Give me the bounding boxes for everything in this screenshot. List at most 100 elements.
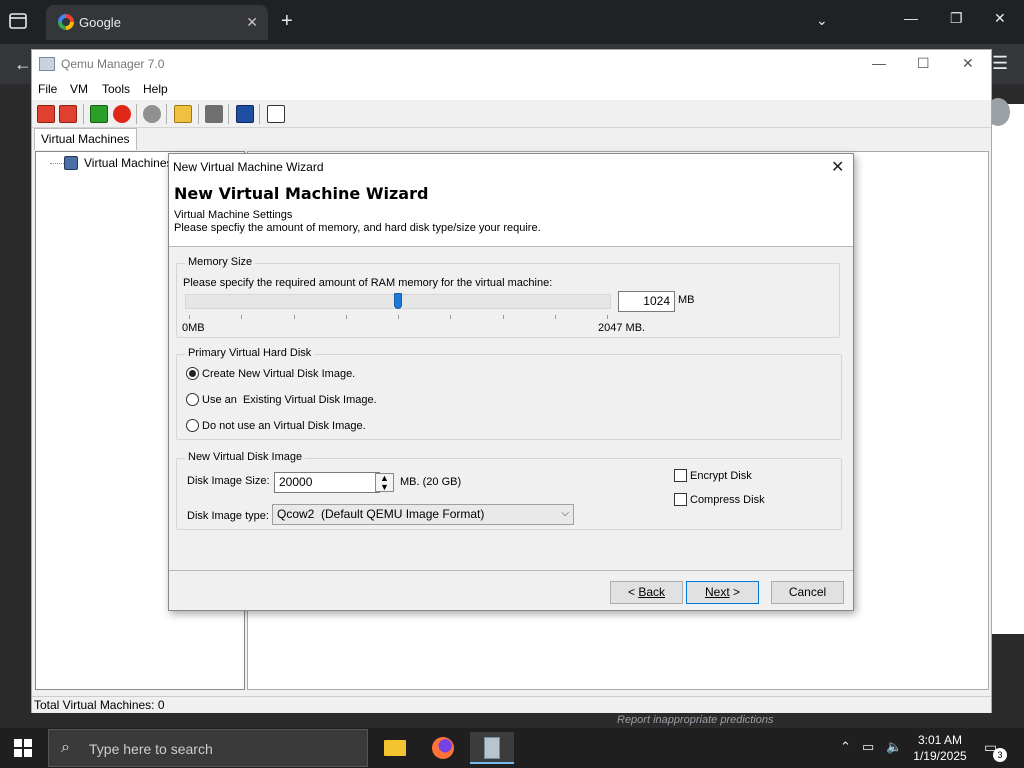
slider-tick [189,315,190,319]
save-icon[interactable] [236,105,254,123]
next-button-label: Next [704,585,730,599]
menu-file[interactable]: File [38,82,57,96]
compress-disk-label[interactable]: Compress Disk [690,494,765,506]
memory-prompt: Please specify the required amount of RA… [183,277,553,289]
wizard-description: Please specfiy the amount of memory, and… [174,222,541,234]
encrypt-disk-label[interactable]: Encrypt Disk [690,470,752,482]
open-folder-icon[interactable] [174,105,192,123]
wizard-subtitle: Virtual Machine Settings [174,209,293,221]
chevron-up-icon[interactable]: ⌃ [840,739,851,755]
disk-size-unit: MB. (20 GB) [400,476,462,488]
back-button-label: Back [638,585,666,599]
tree-item-virtual-machines[interactable]: Virtual Machines [84,156,173,170]
wizard-window-title: New Virtual Machine Wizard [173,160,324,174]
new-vm-wizard-dialog: New Virtual Machine Wizard ✕ New Virtual… [168,153,854,611]
close-icon[interactable]: ✕ [831,157,844,177]
qemu-app-icon [39,57,55,71]
page-content-strip [992,104,1024,634]
slider-tick [293,315,295,319]
qemu-window-title: Qemu Manager 7.0 [61,57,165,71]
start-vm-icon[interactable] [90,105,108,123]
disk-type-label: Disk Image type: [187,510,269,522]
slider-tick [502,315,504,319]
taskbar-search-box[interactable]: ⌕ Type here to search [48,729,368,767]
volume-muted-icon[interactable]: 🔈 [886,739,902,755]
radio-create-new-disk[interactable] [186,367,199,380]
hamburger-menu-icon[interactable]: ☰ [992,53,1008,74]
network-icon[interactable] [143,105,161,123]
slider-tick [345,315,347,319]
minimize-icon[interactable]: — [872,55,886,71]
browser-tab-strip: Google ✕ + ⌄ — ❐ ✕ [0,0,1024,44]
menu-tools[interactable]: Tools [102,82,130,96]
folder-icon [384,740,406,756]
virtual-machines-icon [64,156,78,170]
encrypt-disk-checkbox[interactable] [674,469,687,482]
new-tab-icon[interactable]: + [281,11,293,31]
firefox-taskbar-button[interactable] [420,732,464,764]
minimize-icon[interactable]: — [904,10,918,26]
notification-count-badge: 3 [993,748,1007,762]
windows-start-icon[interactable] [14,739,32,757]
wizard-heading: New Virtual Machine Wizard [174,184,429,203]
menu-bar: File VM Tools Help [32,78,991,100]
radio-no-disk[interactable] [186,419,199,432]
firefox-icon [432,737,454,759]
back-button[interactable]: < Back [610,581,683,604]
report-predictions-link[interactable]: Report inappropriate predictions [617,714,774,726]
disk-size-input[interactable]: 20000 [274,472,380,493]
tab-virtual-machines[interactable]: Virtual Machines [34,128,137,150]
slider-tick [607,315,608,319]
status-text: Total Virtual Machines: 0 [34,698,165,712]
chevron-down-icon[interactable]: ⌄ [816,12,828,29]
qemu-manager-taskbar-button[interactable] [470,732,514,764]
google-icon [58,14,74,30]
tree-connector [50,163,64,164]
tools-icon[interactable] [205,105,223,123]
menu-vm[interactable]: VM [70,82,88,96]
close-tab-icon[interactable]: ✕ [246,14,258,31]
tab-search-icon[interactable] [8,12,30,32]
restore-icon[interactable]: ❐ [950,10,963,27]
memory-max-label: 2047 MB. [598,322,646,334]
stop-vm-icon[interactable] [113,105,131,123]
back-arrow-icon[interactable]: ← [14,54,32,75]
slider-tick [450,315,452,319]
wizard-titlebar: New Virtual Machine Wizard ✕ [169,154,853,180]
toolbar-separator [198,104,199,124]
memory-value-input[interactable]: 1024 [618,291,675,312]
close-window-icon[interactable]: ✕ [994,10,1006,27]
disk-size-spinner[interactable]: ▲ ▼ [375,473,394,492]
wizard-header: New Virtual Machine Wizard Virtual Machi… [169,180,853,247]
status-bar: Total Virtual Machines: 0 [32,696,991,713]
clock-time: 3:01 AM [917,733,963,747]
radio-use-existing-disk[interactable] [186,393,199,406]
next-button[interactable]: Next > [686,581,759,604]
close-icon[interactable]: ✕ [962,55,974,72]
clock-date: 1/19/2025 [913,749,967,763]
taskbar-search-placeholder: Type here to search [89,741,213,757]
file-explorer-taskbar-button[interactable] [372,732,416,764]
radio-create-new-disk-label[interactable]: Create New Virtual Disk Image. [202,368,355,380]
memory-slider-thumb[interactable] [394,293,402,309]
taskbar-clock[interactable]: 3:01 AM 1/19/2025 [908,732,972,764]
maximize-icon[interactable]: ☐ [917,55,930,72]
disk-type-value: Qcow2 (Default QEMU Image Format) [277,507,485,521]
browser-tab-title: Google [79,15,121,30]
radio-use-existing-disk-label[interactable]: Use an Existing Virtual Disk Image. [202,394,377,406]
toolbar-separator [228,104,229,124]
network-icon[interactable]: ▭ [862,739,874,755]
menu-help[interactable]: Help [143,82,168,96]
toolbar-separator [83,104,84,124]
memory-group-title: Memory Size [185,256,256,268]
cancel-button[interactable]: Cancel [771,581,844,604]
slider-tick [241,315,243,319]
browser-tab[interactable]: Google ✕ [46,5,268,40]
disk-type-select[interactable]: Qcow2 (Default QEMU Image Format) ⌵ [272,504,574,525]
remove-vm-icon[interactable] [59,105,77,123]
add-vm-icon[interactable] [37,105,55,123]
main-toolbar [32,100,991,128]
compress-disk-checkbox[interactable] [674,493,687,506]
settings-icon[interactable] [267,105,285,123]
radio-no-disk-label[interactable]: Do not use an Virtual Disk Image. [202,420,366,432]
